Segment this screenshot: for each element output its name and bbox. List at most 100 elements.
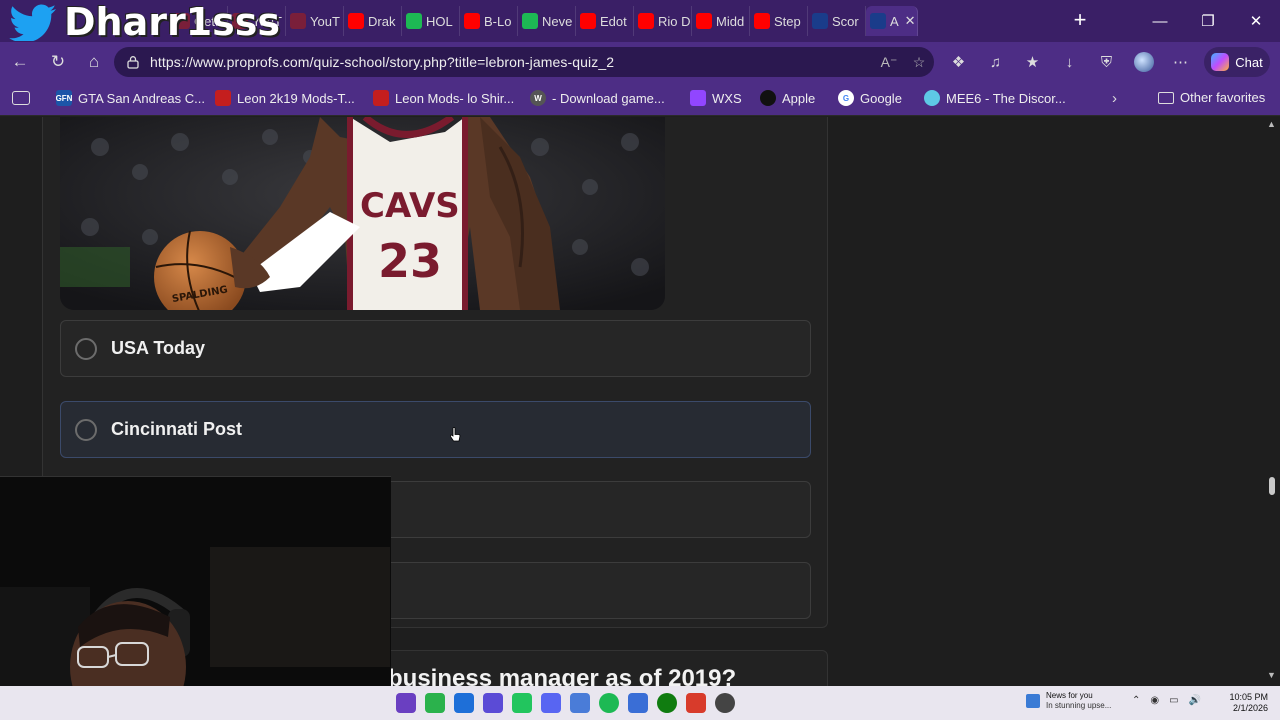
browser-essentials-icon[interactable]: ⛨ bbox=[1088, 46, 1125, 78]
favorites-overflow-chevron-icon[interactable]: › bbox=[1112, 90, 1117, 107]
network-icon[interactable]: ◉ bbox=[1150, 695, 1159, 706]
minimize-icon[interactable]: — bbox=[1136, 0, 1184, 42]
tab-label: Step bbox=[774, 13, 801, 29]
news-subtitle: In stunning upse... bbox=[1046, 701, 1112, 710]
media-icon[interactable]: ♫ bbox=[977, 46, 1014, 78]
browser-tab[interactable]: Scor bbox=[808, 6, 866, 36]
favorite-item[interactable]: Leon Mods- lo Shir... bbox=[373, 90, 514, 106]
new-tab-button[interactable]: + bbox=[1066, 6, 1094, 34]
twitch-icon bbox=[690, 90, 706, 106]
home-icon[interactable]: ⌂ bbox=[76, 46, 112, 78]
address-bar[interactable]: https://www.proprofs.com/quiz-school/sto… bbox=[114, 47, 934, 77]
browser-tab[interactable]: YouT bbox=[286, 6, 344, 36]
favorite-label: Leon 2k19 Mods-T... bbox=[237, 90, 355, 106]
google-icon: G bbox=[838, 90, 854, 106]
browser-tab[interactable]: Midd bbox=[692, 6, 750, 36]
other-favorites-folder[interactable]: Other favorites bbox=[1158, 90, 1265, 105]
tab-actions-icon[interactable] bbox=[12, 91, 30, 105]
site-info-icon[interactable] bbox=[126, 55, 140, 69]
twitter-bird-icon bbox=[9, 4, 56, 41]
tray-chevron-icon[interactable]: ⌃ bbox=[1132, 695, 1140, 706]
app-icon[interactable] bbox=[686, 693, 706, 713]
taskbar-app-icons bbox=[396, 693, 735, 713]
tab-label: Neve bbox=[542, 13, 573, 29]
app-icon[interactable] bbox=[483, 693, 503, 713]
favorite-item[interactable]: WXS bbox=[690, 90, 742, 106]
teams-icon[interactable] bbox=[396, 693, 416, 713]
wordpress-icon: W bbox=[530, 90, 546, 106]
favorite-label: WXS bbox=[712, 90, 742, 106]
restore-icon[interactable]: ❐ bbox=[1184, 0, 1232, 42]
favorite-label: MEE6 - The Discor... bbox=[946, 90, 1066, 106]
answer-option-label: Cincinnati Post bbox=[111, 419, 243, 439]
tab-list: Getti YouT YouT Drak HOL B-Lo Neve Edot Rio D Mid… bbox=[170, 6, 918, 36]
tab-favicon-icon bbox=[464, 13, 480, 29]
display-icon[interactable]: ▭ bbox=[1169, 695, 1178, 706]
app-icon[interactable] bbox=[628, 693, 648, 713]
tab-label: A bbox=[890, 13, 899, 29]
browser-tab[interactable]: B-Lo bbox=[460, 6, 518, 36]
discord-icon[interactable] bbox=[541, 693, 561, 713]
favorite-item[interactable]: G Google bbox=[838, 90, 902, 106]
close-icon[interactable]: ✕ bbox=[1232, 0, 1280, 42]
more-menu-icon[interactable]: ⋯ bbox=[1162, 46, 1199, 78]
radio-button[interactable] bbox=[75, 337, 97, 360]
extensions-icon[interactable]: ❖ bbox=[940, 46, 977, 78]
tab-label: B-Lo bbox=[484, 13, 512, 29]
question-image: CAVS 23 SPALDING bbox=[60, 117, 665, 310]
radio-button[interactable] bbox=[75, 418, 97, 441]
favorite-item[interactable]: W - Download game... bbox=[530, 90, 665, 106]
browser-tab[interactable]: Drak bbox=[344, 6, 402, 36]
app-icon[interactable] bbox=[425, 693, 445, 713]
favorite-label: Leon Mods- lo Shir... bbox=[395, 90, 515, 106]
taskbar-clock[interactable]: 10:05 PM 2/1/2026 bbox=[1229, 692, 1268, 714]
favorite-item[interactable]: Apple bbox=[760, 90, 815, 106]
scrollbar-thumb[interactable] bbox=[1269, 477, 1275, 495]
explorer-icon[interactable] bbox=[454, 693, 474, 713]
answer-option-label: USA Today bbox=[111, 338, 206, 358]
webcam-overlay bbox=[0, 476, 391, 720]
close-tab-icon[interactable]: ✕ bbox=[905, 13, 916, 29]
favorite-item[interactable]: Leon 2k19 Mods-T... bbox=[215, 90, 355, 106]
other-favorites-label: Other favorites bbox=[1180, 90, 1266, 105]
apple-icon bbox=[760, 90, 776, 106]
browser-tab[interactable]: Step bbox=[750, 6, 808, 36]
read-aloud-icon[interactable]: A⁻ bbox=[874, 54, 904, 71]
news-widget[interactable]: News for you In stunning upse... bbox=[1026, 691, 1111, 711]
tab-favicon-icon bbox=[870, 13, 886, 29]
app-icon[interactable] bbox=[715, 693, 735, 713]
app-icon[interactable] bbox=[512, 693, 532, 713]
tab-label: HOL bbox=[426, 13, 453, 29]
app-icon[interactable] bbox=[570, 693, 590, 713]
scroll-down-arrow-icon[interactable]: ▼ bbox=[1267, 670, 1276, 680]
downloads-icon[interactable]: ↓ bbox=[1051, 46, 1088, 78]
spotify-icon[interactable] bbox=[599, 693, 619, 713]
favorite-item[interactable]: GFN GTA San Andreas C... bbox=[56, 90, 205, 106]
browser-tab[interactable]: Edot bbox=[576, 6, 634, 36]
windows-taskbar: News for you In stunning upse... ⌃ ◉ ▭ 🔊… bbox=[0, 686, 1280, 720]
scroll-up-arrow-icon[interactable]: ▲ bbox=[1267, 119, 1276, 129]
browser-tab[interactable]: A ✕ bbox=[866, 6, 918, 36]
browser-tab[interactable]: Neve bbox=[518, 6, 576, 36]
browser-tab[interactable]: HOL bbox=[402, 6, 460, 36]
answer-option-1[interactable]: USA Today bbox=[60, 320, 811, 377]
answer-option-2[interactable]: Cincinnati Post bbox=[60, 401, 811, 458]
favorite-star-icon[interactable]: ☆ bbox=[904, 54, 934, 71]
streamer-name: Dharr1sss bbox=[64, 0, 281, 44]
stream-overlay-logo: Dharr1sss bbox=[8, 0, 281, 44]
gtaforums-icon: GFN bbox=[56, 90, 72, 106]
profile-avatar-icon[interactable] bbox=[1125, 46, 1162, 78]
copilot-icon bbox=[1211, 53, 1230, 71]
refresh-icon[interactable]: ↻ bbox=[40, 46, 76, 78]
tab-favicon-icon bbox=[290, 13, 306, 29]
page-scrollbar[interactable]: ▲ ▼ bbox=[1264, 117, 1280, 686]
browser-tab[interactable]: Rio D bbox=[634, 6, 692, 36]
volume-icon[interactable]: 🔊 bbox=[1189, 695, 1201, 706]
favorite-item[interactable]: MEE6 - The Discor... bbox=[924, 90, 1066, 106]
news-icon bbox=[1026, 694, 1040, 708]
copilot-chat-button[interactable]: Chat bbox=[1204, 47, 1270, 77]
leon-icon bbox=[373, 90, 389, 106]
back-arrow-icon[interactable]: ← bbox=[2, 46, 38, 78]
favorites-icon[interactable]: ★ bbox=[1014, 46, 1051, 78]
xbox-icon[interactable] bbox=[657, 693, 677, 713]
